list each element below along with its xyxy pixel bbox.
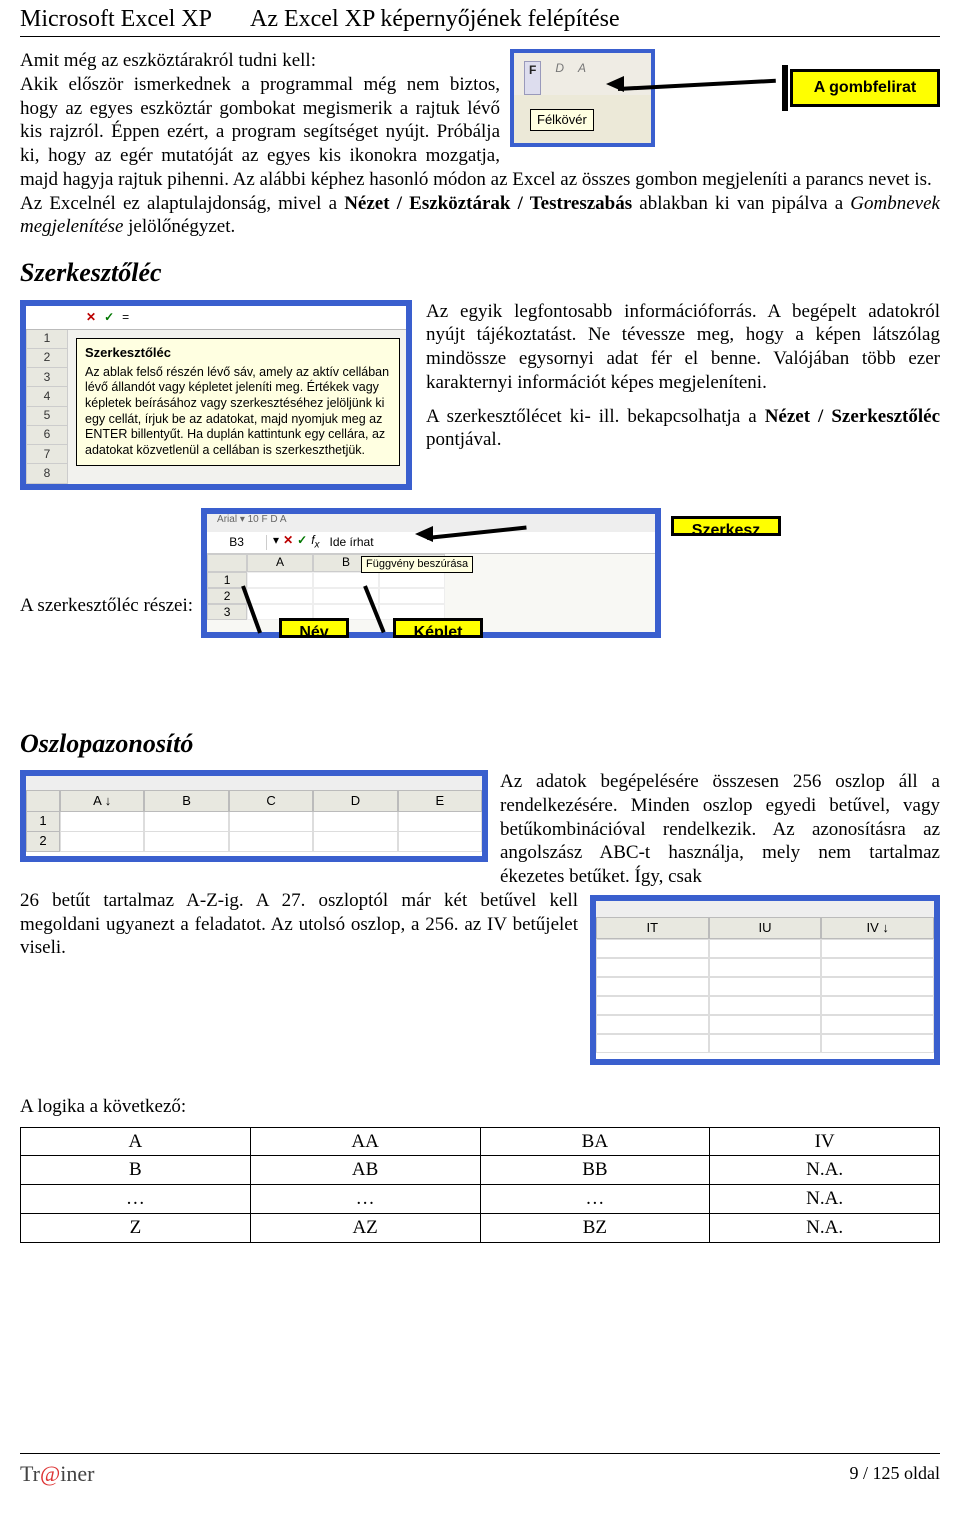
formula-bar-tooltip: Szerkesztőléc Az ablak felső részén lévő… bbox=[76, 338, 400, 466]
fx-icon: fx bbox=[311, 533, 319, 552]
row-headers: 1 2 3 4 5 6 7 8 bbox=[26, 330, 68, 484]
fx-tooltip: Függvény beszúrása bbox=[361, 556, 473, 574]
callout-nev: Név bbox=[279, 618, 349, 638]
table-row: ………N.A. bbox=[21, 1185, 940, 1214]
excel-toolbar-snippet: F D A Félkövér bbox=[510, 49, 655, 147]
formula-bar-parts-figure: Arial ▾ 10 F D A B3 ▾ ✕ ✓ fx Ide írhat F… bbox=[201, 508, 661, 638]
name-box: B3 bbox=[207, 535, 267, 550]
table-row: AAABAIV bbox=[21, 1127, 940, 1156]
arrow-head-icon bbox=[606, 76, 624, 92]
table-row: ZAZBZN.A. bbox=[21, 1213, 940, 1242]
formula-bar-help-figure: ✕ ✓ = 1 2 3 4 5 6 7 8 Szerkesztőléc Az a… bbox=[20, 300, 412, 490]
table-row: BABBBN.A. bbox=[21, 1156, 940, 1185]
callout-gombfelirat: A gombfelirat bbox=[790, 69, 940, 107]
page-footer: Tr@iner 9 / 125 oldal bbox=[20, 1453, 940, 1488]
szerkesztolec-text: Az egyik legfontosabb információforrás. … bbox=[426, 300, 940, 490]
callout-szerkesz: Szerkesz bbox=[671, 516, 781, 536]
tooltip-illustration: F D A Félkövér A gombfelirat bbox=[510, 49, 940, 149]
logic-label: A logika a következő: bbox=[20, 1095, 940, 1119]
intro-title: Amit még az eszköztárakról tudni kell: bbox=[20, 50, 316, 71]
parts-label: A szerkesztőléc részei: bbox=[20, 594, 193, 638]
section-szerkesztolec: Szerkesztőléc bbox=[20, 257, 940, 290]
page-number: 9 / 125 oldal bbox=[850, 1462, 941, 1485]
column-logic-table: AAABAIV BABBBN.A. ………N.A. ZAZBZN.A. bbox=[20, 1127, 940, 1243]
enter-icon: ✓ bbox=[104, 310, 114, 325]
section-oszlopazonosito: Oszlopazonosító bbox=[20, 728, 940, 761]
page-header: Microsoft Excel XP Az Excel XP képernyőj… bbox=[20, 0, 940, 37]
header-left: Microsoft Excel XP bbox=[20, 4, 250, 34]
equals-icon: = bbox=[122, 310, 129, 325]
cancel-icon: ✕ bbox=[86, 310, 96, 325]
arrow-head-icon bbox=[415, 526, 433, 542]
header-right: Az Excel XP képernyőjének felépítése bbox=[250, 4, 940, 34]
italic-button: D bbox=[555, 61, 564, 95]
oszlop-text-1: Az adatok begépelésére összesen 256 oszl… bbox=[500, 770, 940, 889]
underline-button: A bbox=[578, 61, 586, 95]
cancel-icon: ✕ bbox=[283, 533, 293, 552]
tooltip-label: Félkövér bbox=[530, 109, 594, 131]
column-headers-figure-right: IT IU IV ↓ bbox=[590, 895, 940, 1065]
formula-edit-box: Ide írhat bbox=[326, 535, 656, 550]
trainer-logo: Tr@iner bbox=[20, 1460, 94, 1488]
enter-icon: ✓ bbox=[297, 533, 307, 552]
column-headers-figure-left: A ↓ B C D E 1 2 bbox=[20, 770, 488, 862]
callout-bar bbox=[782, 65, 788, 111]
bold-button: F bbox=[524, 61, 541, 95]
intro-paragraph-2: Az Excelnél ez alaptulajdonság, mivel a … bbox=[20, 192, 940, 240]
dropdown-icon: ▾ bbox=[273, 533, 279, 552]
callout-keplet: Képlet bbox=[393, 618, 483, 638]
